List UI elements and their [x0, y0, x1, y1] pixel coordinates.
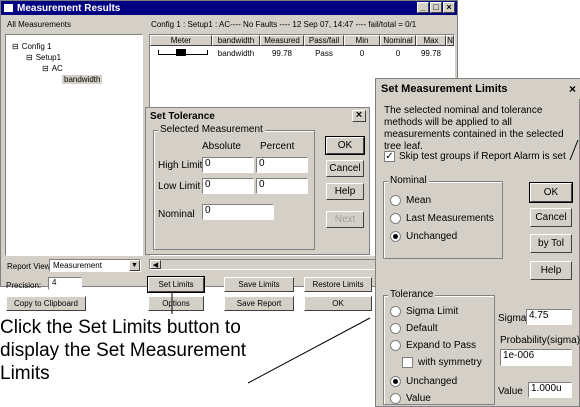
callout-lines [171, 139, 579, 384]
callout-line-bytol [569, 139, 579, 161]
callout-line-dialog [247, 317, 371, 384]
